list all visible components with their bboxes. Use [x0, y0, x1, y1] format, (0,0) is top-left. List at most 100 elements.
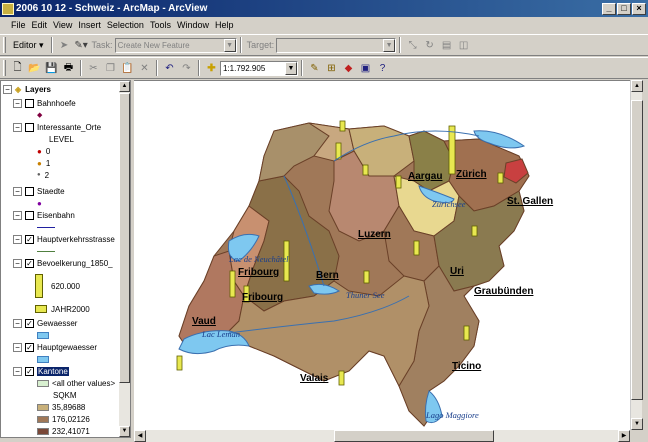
delete-icon[interactable]: ✕: [136, 60, 153, 77]
collapse-icon[interactable]: −: [3, 84, 12, 94]
cut-icon[interactable]: ✂: [85, 60, 102, 77]
editor-toolbar-icon[interactable]: ✎: [306, 60, 323, 77]
save-icon[interactable]: 💾: [43, 60, 60, 77]
table-of-contents: − ◈ Layers − Bahnhoefe ◆ − Interessante_…: [0, 80, 131, 438]
label-uri: Uri: [450, 266, 464, 277]
scroll-right-icon[interactable]: ▶: [618, 430, 630, 442]
map-vertical-scrollbar[interactable]: ▲ ▼: [630, 80, 643, 430]
diamond-icon: ◆: [37, 112, 43, 119]
target-select[interactable]: ▼: [276, 37, 397, 53]
close-button[interactable]: ×: [632, 2, 646, 15]
menu-tools[interactable]: Tools: [147, 20, 174, 30]
print-icon[interactable]: 🖶: [60, 60, 77, 77]
map-display[interactable]: Aargau Zürich St. Gallen Luzern Bern Fri…: [134, 80, 630, 430]
layers-icon: ◈: [15, 84, 22, 94]
bar-legend-patch: [35, 305, 47, 313]
task-label: Task:: [91, 40, 113, 50]
label-ticino: Ticino: [452, 361, 481, 372]
menu-bar: File Edit View Insert Selection Tools Wi…: [0, 17, 648, 33]
scroll-down-icon[interactable]: ▼: [119, 426, 130, 437]
label-vaud: Vaud: [192, 316, 216, 327]
label-lago-maggiore: Lago Maggiore: [425, 410, 479, 420]
menu-insert[interactable]: Insert: [75, 20, 104, 30]
label-luzern: Luzern: [358, 229, 391, 240]
menu-window[interactable]: Window: [174, 20, 212, 30]
whats-this-icon[interactable]: ?: [374, 60, 391, 77]
label-graubuenden: Graubünden: [474, 286, 533, 297]
scroll-thumb[interactable]: [334, 430, 494, 442]
label-lac-leman: Lac Leman: [201, 329, 240, 339]
undo-icon[interactable]: ↶: [161, 60, 178, 77]
paste-icon[interactable]: 📋: [119, 60, 136, 77]
bahnhoefe-symbol: ◆: [37, 109, 46, 121]
color-patch: [37, 415, 49, 423]
task-select[interactable]: Create New Feature ▼: [114, 37, 237, 53]
scroll-left-icon[interactable]: ◀: [134, 430, 146, 442]
toc-scrollbar[interactable]: ▲ ▼: [119, 81, 130, 437]
color-patch: [37, 379, 49, 387]
layer-gewaesser[interactable]: − ✓ Gewaesser: [13, 317, 77, 329]
layer-bevoelkerung[interactable]: − ✓ Bevoelkerung_1850_: [13, 257, 113, 269]
minimize-button[interactable]: _: [602, 2, 616, 15]
label-zuerichsee: Zürichsee: [432, 199, 466, 209]
layer-hauptgewaesser[interactable]: − ✓ Hauptgewaesser: [13, 341, 97, 353]
toolbar-grip[interactable]: [3, 37, 6, 53]
label-thuner-see: Thuner See: [346, 290, 385, 300]
scroll-thumb[interactable]: [119, 93, 130, 383]
arcmap-app-icon: [2, 2, 14, 15]
layer-bahnhoefe[interactable]: − Bahnhoefe: [13, 97, 76, 109]
color-patch: [37, 403, 49, 411]
new-document-icon[interactable]: 🗋: [9, 60, 26, 77]
arccatalog-icon[interactable]: ⊞: [323, 60, 340, 77]
layer-interessante-orte[interactable]: − Interessante_Orte: [13, 121, 101, 133]
label-valais: Valais: [300, 373, 329, 384]
label-zuerich: Zürich: [456, 169, 487, 180]
label-aargau: Aargau: [408, 171, 442, 182]
scroll-down-icon[interactable]: ▼: [631, 418, 643, 430]
menu-edit[interactable]: Edit: [29, 20, 51, 30]
sketch-tool-icon[interactable]: ✎▾: [73, 37, 90, 54]
layer-staedte[interactable]: − Staedte: [13, 185, 65, 197]
menu-help[interactable]: Help: [212, 20, 237, 30]
city-dot-icon: ●: [37, 198, 42, 208]
sketch-properties-icon[interactable]: ◫: [455, 37, 472, 54]
dot-icon: ●: [37, 172, 41, 178]
line-symbol-icon: [37, 226, 55, 228]
editor-toolbar: Editor ▾ ➤ ✎▾ Task: Create New Feature ▼ …: [0, 34, 648, 56]
menu-file[interactable]: File: [8, 20, 29, 30]
editor-menu-button[interactable]: Editor ▾: [9, 40, 48, 51]
attributes-icon[interactable]: ▤: [438, 37, 455, 54]
copy-icon[interactable]: ❐: [102, 60, 119, 77]
scale-select[interactable]: 1:1.792.905 ▼: [220, 60, 298, 76]
add-data-icon[interactable]: ✚: [203, 60, 220, 77]
water-patch: [37, 331, 49, 339]
label-fribourg-upper: Fribourg: [238, 267, 279, 278]
map-horizontal-scrollbar[interactable]: ◀ ▶: [134, 430, 630, 442]
edit-tool-icon[interactable]: ➤: [56, 37, 73, 54]
scroll-up-icon[interactable]: ▲: [631, 80, 643, 92]
label-st-gallen: St. Gallen: [507, 196, 553, 207]
layer-checkbox[interactable]: [25, 98, 34, 108]
command-line-icon[interactable]: ▣: [357, 60, 374, 77]
scroll-up-icon[interactable]: ▲: [119, 81, 130, 92]
scroll-thumb[interactable]: [631, 100, 643, 400]
redo-icon[interactable]: ↷: [178, 60, 195, 77]
maximize-button[interactable]: □: [617, 2, 631, 15]
split-tool-icon[interactable]: ⤡: [404, 37, 421, 54]
standard-toolbar: 🗋 📂 💾 🖶 ✂ ❐ 📋 ✕ ↶ ↷ ✚ 1:1.792.905 ▼ ✎ ⊞ ◆…: [0, 57, 648, 79]
arctoolbox-icon[interactable]: ◆: [340, 60, 357, 77]
menu-view[interactable]: View: [50, 20, 75, 30]
bar-chart-symbol-icon: [35, 274, 43, 298]
layer-hauptverkehrsstrasse[interactable]: − ✓ Hauptverkehrsstrasse: [13, 233, 115, 245]
window-title: 2006 10 12 - Schweiz - ArcMap - ArcView: [16, 3, 208, 14]
label-fribourg-lower: Fribourg: [242, 292, 283, 303]
menu-selection[interactable]: Selection: [104, 20, 147, 30]
dot-icon: ●: [37, 158, 42, 168]
layer-eisenbahn[interactable]: − Eisenbahn: [13, 209, 75, 221]
map-svg[interactable]: Aargau Zürich St. Gallen Luzern Bern Fri…: [134, 81, 630, 430]
toc-root[interactable]: − ◈ Layers: [3, 83, 51, 95]
rotate-tool-icon[interactable]: ↻: [421, 37, 438, 54]
open-icon[interactable]: 📂: [26, 60, 43, 77]
label-lac-neuchatel: Lac de Neuchâtel: [228, 254, 289, 264]
layer-kantone[interactable]: − ✓ Kantone: [13, 365, 69, 377]
